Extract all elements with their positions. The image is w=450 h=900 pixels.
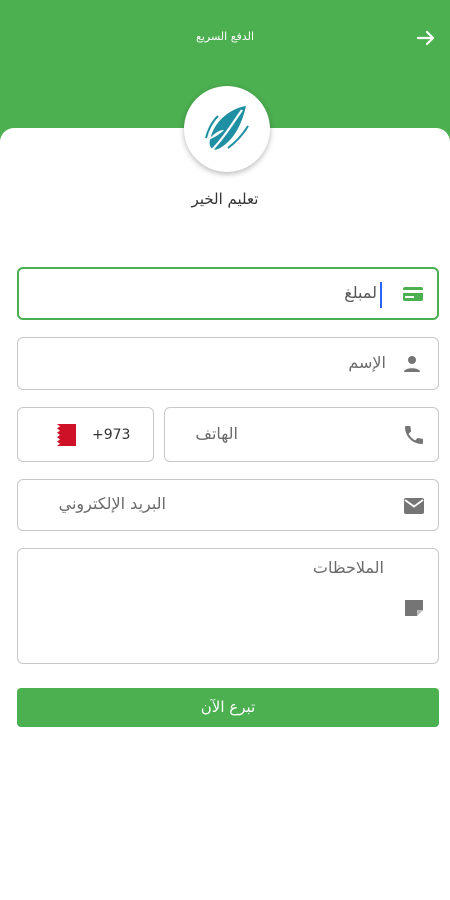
name-placeholder: الإسم <box>348 353 386 372</box>
organization-logo <box>184 86 270 172</box>
organization-name: تعليم الخير <box>191 190 259 208</box>
text-cursor <box>380 282 382 308</box>
credit-card-icon <box>403 287 423 301</box>
person-icon <box>404 356 420 372</box>
email-icon <box>404 498 424 514</box>
notes-placeholder: الملاحظات <box>312 558 384 577</box>
notes-field[interactable]: الملاحظات <box>17 548 439 664</box>
bahrain-flag-icon <box>50 424 76 446</box>
phone-field[interactable]: الهاتف <box>164 407 439 462</box>
donate-now-button[interactable]: تبرع الآن <box>17 688 439 727</box>
arrow-right-icon[interactable] <box>414 26 438 50</box>
header-title: الدفع السريع <box>196 30 254 43</box>
note-icon <box>405 600 423 616</box>
email-placeholder: البريد الإلكتروني <box>58 494 166 513</box>
leaf-logo-icon <box>205 106 249 153</box>
amount-value: لمبلغ <box>344 283 377 302</box>
email-field[interactable]: البريد الإلكتروني <box>17 479 439 531</box>
name-field[interactable]: الإسم <box>17 337 439 390</box>
amount-field[interactable]: لمبلغ <box>17 267 439 320</box>
phone-placeholder: الهاتف <box>195 424 238 443</box>
country-code-selector[interactable]: +973 <box>17 407 154 462</box>
country-code: +973 <box>92 427 131 443</box>
phone-icon <box>405 426 423 444</box>
